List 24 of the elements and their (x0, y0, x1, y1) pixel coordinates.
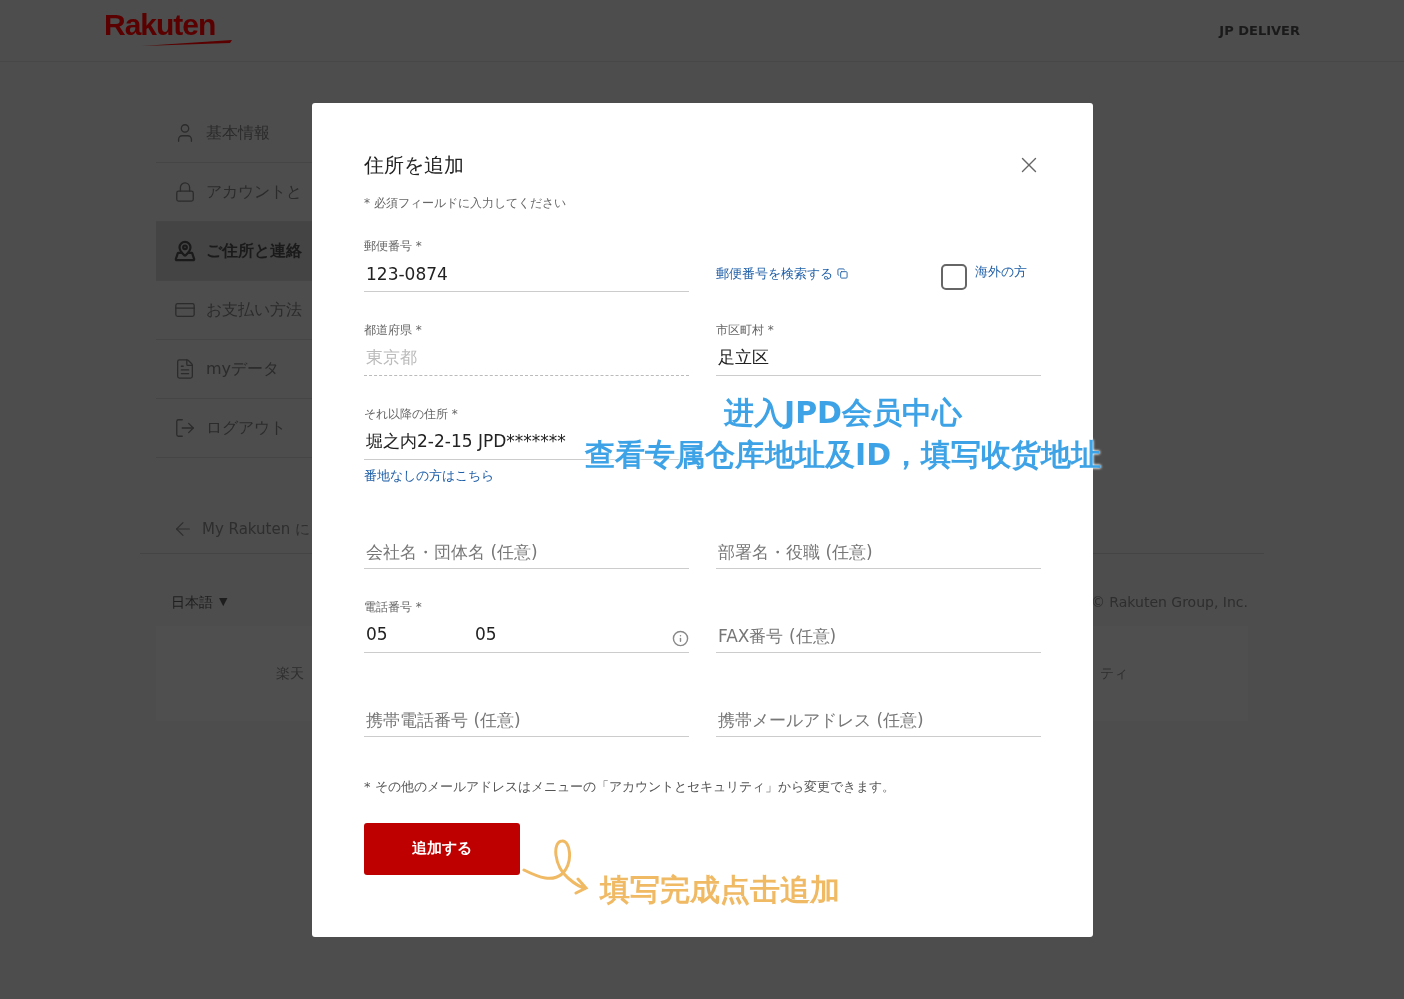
field-label: 市区町村 * (716, 322, 775, 339)
dialog-title: 住所を追加 (364, 152, 464, 179)
help-link[interactable]: 番地なしの方はこちら (364, 466, 494, 485)
add-button[interactable]: 追加する (364, 822, 520, 875)
annotation-text: 进入JPD会员中心 (723, 394, 963, 432)
document-icon (174, 358, 196, 380)
field-label: それ以降の住所 * (364, 406, 459, 423)
external-link-icon (837, 268, 848, 280)
field-label: 郵便番号 * (364, 238, 423, 255)
map-pin-icon (174, 240, 196, 262)
logo[interactable]: Rakuten (104, 8, 232, 47)
phone-input-field[interactable]: 05 05 (364, 617, 689, 653)
checkbox-label: 海外の方 (975, 263, 1027, 282)
padlock-icon (174, 181, 196, 203)
field-label: 電話番号 * (364, 599, 423, 616)
email-note: * その他のメールアドレスはメニューの「アカウントとセキュリティ」から変更できます。 (364, 778, 896, 796)
logout-icon (174, 417, 196, 439)
required-note: * 必須フィールドに入力してください (364, 195, 567, 212)
postal-search-link[interactable]: 郵便番号を検索する (716, 264, 848, 284)
overseas-checkbox[interactable] (941, 264, 967, 290)
info-icon[interactable] (672, 630, 689, 647)
curly-arrow-icon (522, 838, 590, 896)
field-label: 都道府県 * (364, 322, 423, 339)
annotation-text: 填写完成点击追加 (600, 872, 840, 908)
